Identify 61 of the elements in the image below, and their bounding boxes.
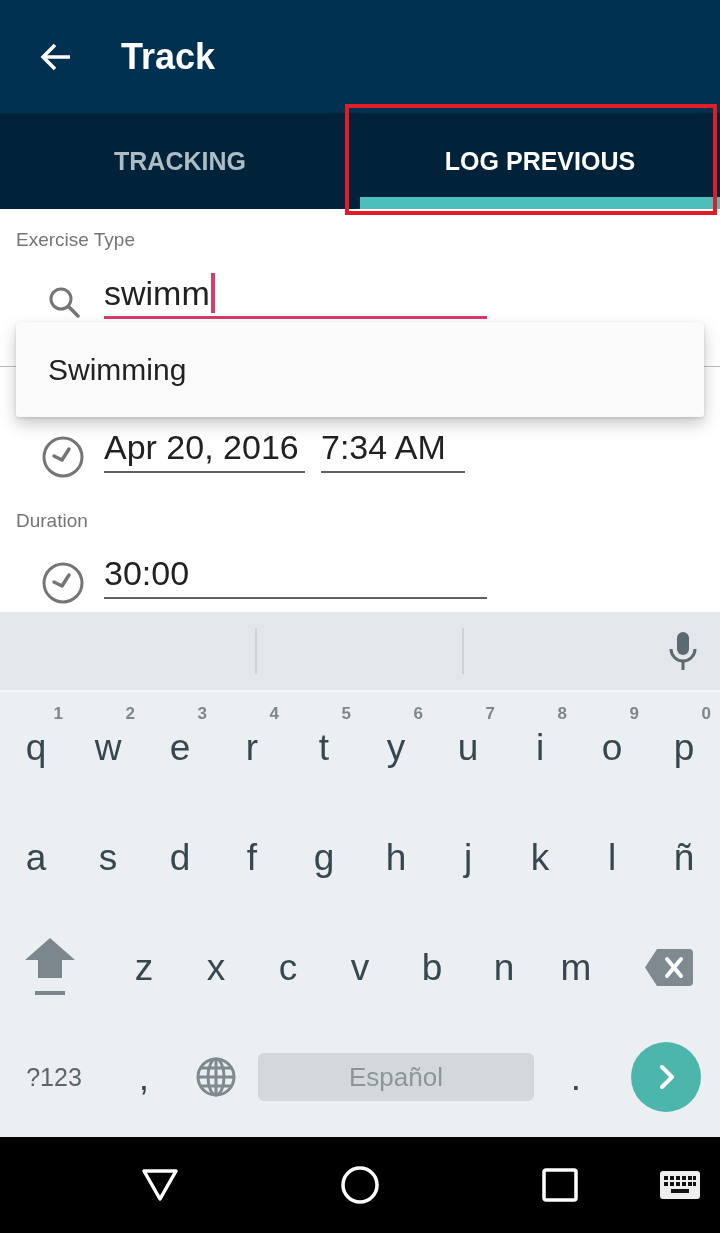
keyboard-key[interactable]: a — [25, 838, 47, 876]
key-hint: 5 — [341, 705, 351, 722]
key-hint: 6 — [413, 705, 423, 722]
keyboard-key[interactable]: w — [94, 728, 122, 766]
back-arrow-icon[interactable] — [40, 41, 72, 72]
keyboard-key[interactable]: k — [530, 838, 550, 876]
key-hint: 3 — [197, 705, 207, 722]
keyboard-key[interactable]: s — [98, 838, 118, 876]
keyboard-key[interactable]: f — [246, 838, 258, 876]
shift-icon[interactable] — [25, 938, 75, 996]
square-icon[interactable] — [542, 1168, 578, 1202]
keyboard-key[interactable]: t — [318, 728, 330, 766]
field-label: Duration — [16, 510, 88, 532]
keyboard-key[interactable]: p — [673, 728, 695, 766]
keyboard-key[interactable]: m — [560, 948, 592, 986]
keyboard-key[interactable]: ñ — [673, 838, 695, 876]
keyboard-key[interactable]: e — [169, 728, 191, 766]
clock-icon — [42, 562, 84, 604]
text-cursor — [210, 273, 215, 313]
globe-icon[interactable] — [196, 1057, 236, 1097]
key-hint: 7 — [485, 705, 495, 722]
circle-icon[interactable] — [341, 1166, 379, 1204]
key-hint: 2 — [125, 705, 135, 722]
keyboard-key[interactable]: b — [421, 948, 443, 986]
keyboard-key[interactable]: v — [350, 948, 370, 986]
screen-title: Track — [121, 38, 216, 75]
triangle-icon[interactable] — [141, 1168, 179, 1202]
key-hint: 8 — [557, 705, 567, 722]
duration-field[interactable]: 30:00 — [104, 553, 487, 599]
suggestion-item[interactable]: Swimming — [16, 330, 704, 409]
key-hint: 4 — [269, 705, 279, 722]
keyboard-icon[interactable] — [660, 1171, 700, 1199]
keyboard-key[interactable]: z — [134, 948, 154, 986]
keyboard-key[interactable]: d — [169, 838, 191, 876]
keyboard-key[interactable]: y — [386, 728, 406, 766]
symbols-key[interactable]: ?123 — [26, 1064, 82, 1090]
keyboard-key[interactable]: r — [245, 728, 259, 766]
keyboard-key[interactable]: n — [493, 948, 515, 986]
key-hint: 1 — [53, 705, 63, 722]
keyboard-key[interactable]: i — [535, 728, 545, 766]
keyboard-key[interactable]: x — [206, 948, 226, 986]
key-hint: 0 — [701, 705, 711, 722]
keyboard-key[interactable]: c — [278, 948, 298, 986]
keyboard-key[interactable]: l — [607, 838, 617, 876]
field-label: Exercise Type — [16, 229, 135, 251]
keyboard-key[interactable]: . — [570, 1058, 582, 1096]
date-field[interactable]: Apr 20, 2016 — [104, 427, 305, 473]
clock-icon — [42, 436, 84, 478]
keyboard-key[interactable]: g — [313, 838, 335, 876]
keyboard-key[interactable]: u — [457, 728, 479, 766]
key-hint: 9 — [629, 705, 639, 722]
search-icon — [48, 286, 80, 318]
microphone-icon[interactable] — [668, 632, 698, 670]
keyboard-key[interactable]: j — [463, 838, 473, 876]
keyboard-key[interactable]: , — [138, 1058, 150, 1096]
time-field[interactable]: 7:34 AM — [321, 427, 465, 473]
keyboard-key[interactable]: o — [601, 728, 623, 766]
keyboard-key[interactable]: q — [25, 728, 47, 766]
search-field[interactable]: swimm — [104, 273, 487, 319]
keyboard-key[interactable]: h — [385, 838, 407, 876]
backspace-icon[interactable] — [645, 948, 693, 986]
